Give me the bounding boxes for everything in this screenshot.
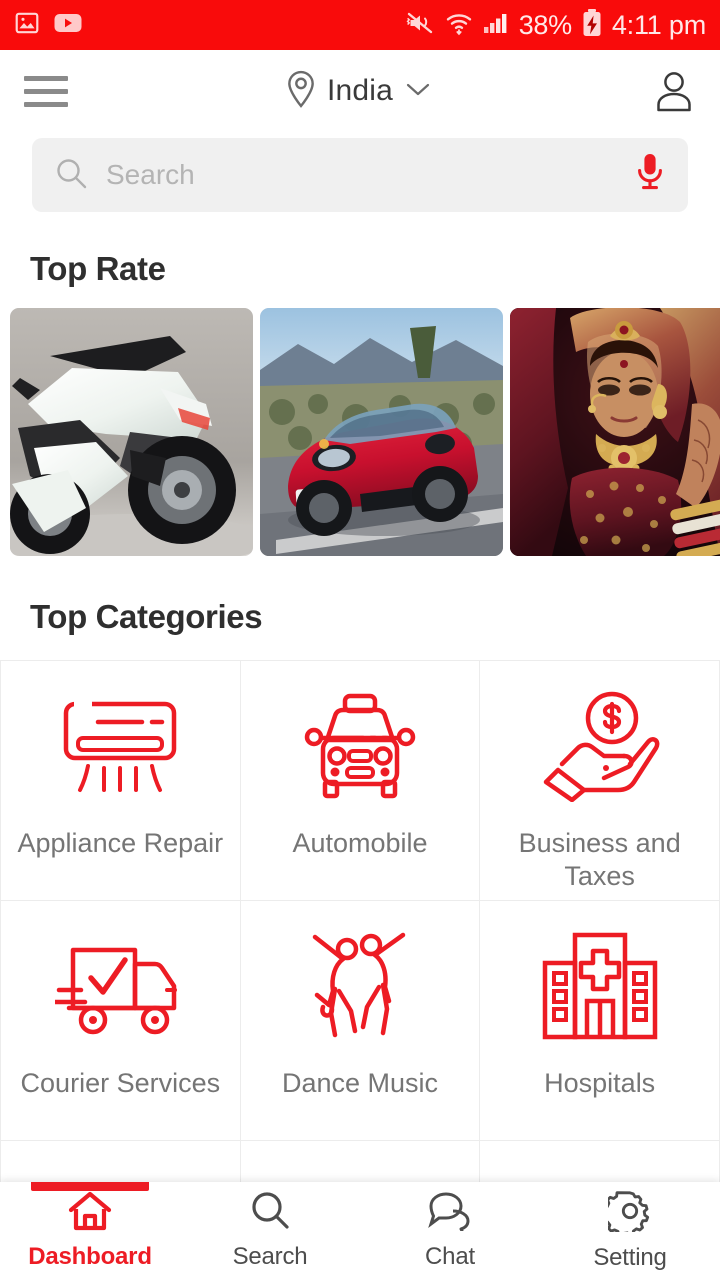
search-bar[interactable] [32, 138, 688, 212]
image-icon [14, 10, 40, 41]
active-tab-indicator [31, 1182, 149, 1191]
chevron-down-icon[interactable] [403, 79, 433, 104]
category-cell-business-and-taxes[interactable]: Business and Taxes [480, 661, 720, 901]
gear-icon [600, 1190, 652, 1238]
top-rate-title: Top Rate [30, 250, 166, 287]
hamburger-bar [24, 101, 68, 107]
microphone-icon[interactable] [634, 152, 666, 199]
clock-label: 4:11 pm [611, 9, 706, 40]
taxi-car-icon [301, 687, 419, 805]
category-cell-hospitals[interactable]: Hospitals [480, 901, 720, 1141]
battery-percent-label: 38% [518, 9, 572, 40]
signal-icon [482, 10, 510, 41]
bottom-navigation: Dashboard Search Chat Setting [0, 1182, 720, 1280]
status-bar: 38% 4:11 pm [0, 0, 720, 50]
location-pin-icon [285, 70, 317, 113]
nav-label: Chat [425, 1243, 475, 1270]
sports-car-card[interactable] [260, 308, 503, 556]
bride-card[interactable] [510, 308, 720, 556]
nav-item-setting[interactable]: Setting [540, 1182, 720, 1280]
hamburger-bar [24, 88, 68, 94]
delivery-truck-icon [55, 927, 185, 1045]
nav-item-search[interactable]: Search [180, 1182, 360, 1280]
motorcycle-card[interactable] [10, 308, 253, 556]
mute-vibrate-icon [406, 10, 436, 41]
category-cell-appliance-repair[interactable]: Appliance Repair [1, 661, 241, 901]
category-label: Business and Taxes [518, 828, 681, 891]
status-bar-right-icons: 38% 4:11 pm [406, 8, 706, 43]
top-categories-title: Top Categories [30, 598, 263, 635]
app-header: India [0, 50, 720, 132]
category-label: Dance Music [281, 1068, 439, 1098]
category-label: Courier Services [20, 1068, 221, 1098]
category-cell-courier-services[interactable]: Courier Services [1, 901, 241, 1141]
nav-item-dashboard[interactable]: Dashboard [0, 1182, 180, 1280]
hospital-building-icon [541, 927, 659, 1045]
youtube-icon [54, 12, 82, 39]
search-input[interactable] [106, 159, 616, 191]
hand-money-icon [538, 687, 662, 805]
category-cell-automobile[interactable]: Automobile [240, 661, 481, 901]
dancers-icon [299, 927, 421, 1045]
user-profile-icon[interactable] [650, 68, 696, 114]
search-section [0, 132, 720, 212]
chat-bubbles-icon [427, 1191, 473, 1236]
charging-battery-icon [581, 8, 603, 43]
hamburger-bar [24, 75, 68, 81]
search-icon [54, 156, 88, 195]
nav-item-chat[interactable]: Chat [360, 1182, 540, 1280]
category-label: Automobile [292, 828, 428, 858]
hamburger-menu-icon[interactable] [24, 75, 68, 107]
search-icon [248, 1191, 292, 1236]
nav-label: Dashboard [28, 1243, 152, 1270]
wifi-icon [445, 10, 473, 41]
air-conditioner-icon [56, 687, 184, 805]
location-label: India [326, 74, 394, 107]
app-root: 38% 4:11 pm India Search Top Rate Top Ca… [0, 0, 720, 1280]
category-label: Appliance Repair [17, 828, 224, 858]
top-rate-carousel[interactable] [0, 308, 720, 556]
location-selector[interactable]: India [68, 70, 650, 113]
nav-label: Search [232, 1243, 308, 1270]
category-cell-dance-music[interactable]: Dance Music [240, 901, 481, 1141]
nav-label: Setting [593, 1244, 667, 1271]
category-label: Hospitals [544, 1068, 656, 1098]
status-bar-left-icons [14, 10, 82, 41]
home-icon [68, 1191, 112, 1236]
